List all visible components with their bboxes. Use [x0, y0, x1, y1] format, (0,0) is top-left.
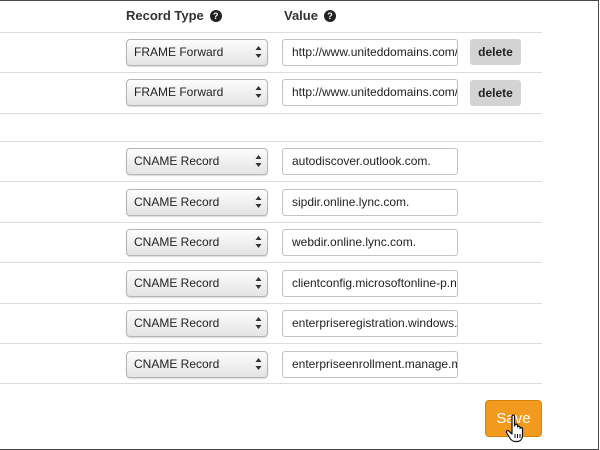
record-type-value: CNAME Record — [134, 276, 220, 290]
question-circle-icon[interactable]: ? — [209, 10, 222, 22]
value-header: Value? — [284, 8, 336, 23]
row-divider — [0, 113, 542, 114]
select-arrows-icon — [255, 86, 262, 98]
select-arrows-icon — [255, 277, 262, 289]
record-value-input[interactable]: enterpriseregistration.windows.net. — [282, 310, 458, 337]
record-type-value: CNAME Record — [134, 154, 220, 168]
select-arrows-icon — [255, 46, 262, 58]
record-type-value: CNAME Record — [134, 195, 220, 209]
row-divider — [0, 383, 542, 384]
record-value-input[interactable]: webdir.online.lync.com. — [282, 229, 458, 256]
record-type-value: CNAME Record — [134, 235, 220, 249]
record-type-select[interactable]: CNAME Record — [126, 229, 268, 256]
row-divider — [0, 141, 542, 142]
delete-button[interactable]: delete — [470, 80, 521, 106]
record-type-select[interactable]: CNAME Record — [126, 148, 268, 175]
select-arrows-icon — [255, 155, 262, 167]
select-arrows-icon — [255, 358, 262, 370]
row-divider — [0, 181, 542, 182]
record-value-input[interactable]: autodiscover.outlook.com. — [282, 148, 458, 175]
delete-button[interactable]: delete — [470, 39, 521, 65]
value-header-label: Value — [284, 8, 318, 23]
row-divider — [0, 222, 542, 223]
row-divider — [0, 303, 542, 304]
row-divider — [0, 32, 542, 33]
record-type-value: CNAME Record — [134, 316, 220, 330]
row-divider — [0, 262, 542, 263]
record-value-input[interactable]: clientconfig.microsoftonline-p.net. — [282, 270, 458, 297]
record-type-value: CNAME Record — [134, 357, 220, 371]
hand-pointer-icon — [505, 414, 524, 443]
select-arrows-icon — [255, 196, 262, 208]
record-type-select[interactable]: CNAME Record — [126, 351, 268, 378]
record-value-input[interactable]: enterpriseenrollment.manage.microsoft.co… — [282, 351, 458, 378]
record-type-header-label: Record Type — [126, 8, 204, 23]
record-type-header: Record Type? — [126, 8, 222, 23]
record-value-input[interactable]: sipdir.online.lync.com. — [282, 189, 458, 216]
select-arrows-icon — [255, 317, 262, 329]
row-divider — [0, 343, 542, 344]
record-type-select[interactable]: CNAME Record — [126, 270, 268, 297]
record-value-input[interactable]: http://www.uniteddomains.com/ — [282, 79, 458, 106]
record-type-value: FRAME Forward — [134, 45, 224, 59]
record-type-select[interactable]: CNAME Record — [126, 310, 268, 337]
record-type-select[interactable]: FRAME Forward — [126, 79, 268, 106]
record-value-input[interactable]: http://www.uniteddomains.com/ — [282, 39, 458, 66]
row-divider — [0, 72, 542, 73]
record-type-select[interactable]: CNAME Record — [126, 189, 268, 216]
record-type-value: FRAME Forward — [134, 85, 224, 99]
record-type-select[interactable]: FRAME Forward — [126, 39, 268, 66]
question-circle-icon[interactable]: ? — [323, 10, 336, 22]
select-arrows-icon — [255, 236, 262, 248]
